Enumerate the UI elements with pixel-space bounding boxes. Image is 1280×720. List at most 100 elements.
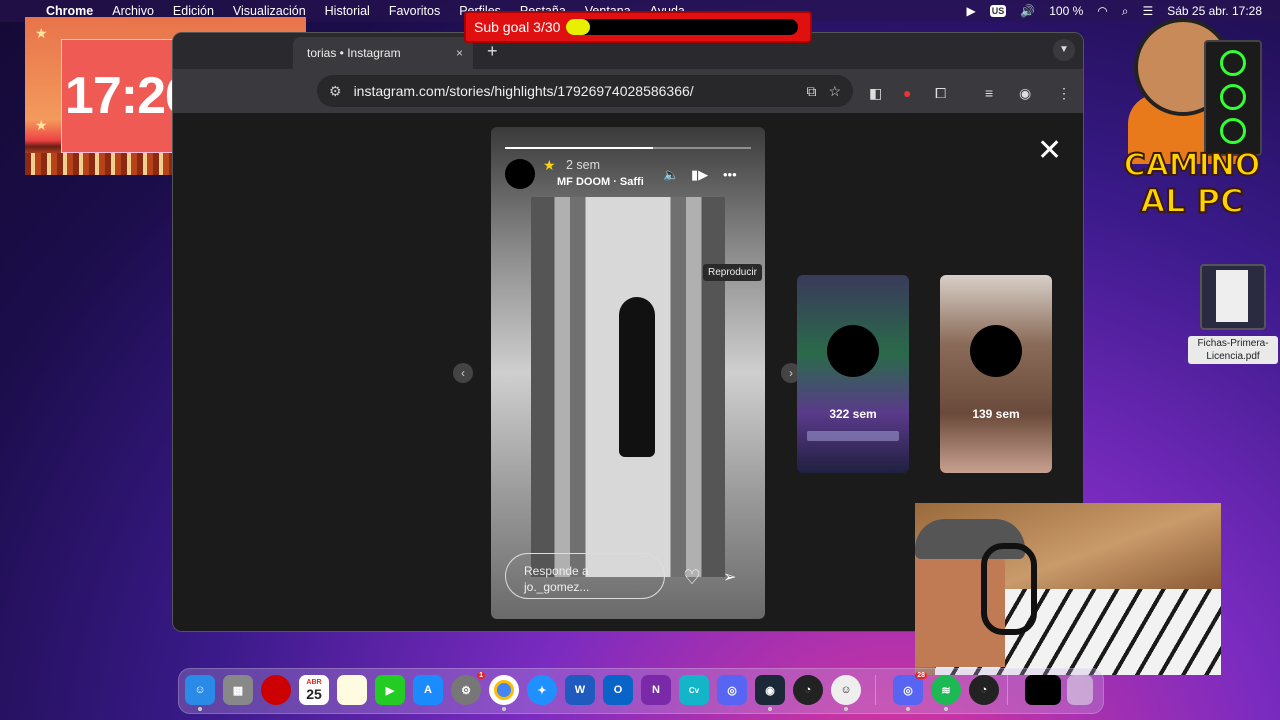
wifi-icon[interactable]: ◠	[1097, 4, 1107, 18]
dock-separator	[875, 675, 876, 705]
running-indicator	[768, 707, 772, 711]
story-thumb[interactable]: 139 sem	[940, 275, 1052, 473]
discord-recent-icon[interactable]: ◎ 28	[893, 672, 927, 705]
battery-status[interactable]: 100 %	[1049, 4, 1083, 18]
star-decoration-icon: ★	[35, 117, 48, 133]
red-app-icon[interactable]	[261, 675, 291, 705]
trash-icon[interactable]	[1067, 675, 1093, 705]
install-app-icon[interactable]: ⧉	[806, 83, 816, 100]
url-text[interactable]: instagram.com/stories/highlights/1792697…	[354, 83, 807, 99]
translate-icon[interactable]: ◧	[869, 85, 882, 102]
volume-icon[interactable]: 🔊	[1020, 4, 1035, 18]
launchpad-icon[interactable]: ▦	[223, 675, 253, 705]
thumb-time: 322 sem	[829, 407, 877, 421]
running-indicator	[198, 707, 202, 711]
running-indicator	[944, 707, 948, 711]
site-info-icon[interactable]: ⚙	[329, 83, 342, 100]
logo-text-line1: CAMINO	[1123, 147, 1262, 184]
pdf-document-icon	[1200, 264, 1266, 330]
dock: ☺ ▦ ABR 25 ▶ A ⚙ 1 ✦ W O N Cv ◎ ◉ ◔ ☺ ◎ …	[178, 668, 1104, 714]
mute-speaker-icon[interactable]: 🔈	[663, 167, 679, 183]
star-decoration-icon: ★	[35, 25, 48, 41]
running-indicator	[502, 707, 506, 711]
dock-separator	[1007, 675, 1008, 705]
desktop-file-name: Fichas-Primera-Licencia.pdf	[1188, 336, 1278, 364]
close-icon[interactable]: ✕	[1037, 133, 1062, 168]
send-icon[interactable]: ➢	[723, 567, 736, 587]
story-thumb[interactable]: 322 sem	[797, 275, 909, 473]
obs-recent-icon[interactable]: ◔	[969, 675, 999, 705]
canva-icon[interactable]: Cv	[679, 675, 709, 705]
profile-avatar[interactable]: ◉	[1019, 85, 1031, 102]
story-song[interactable]: MF DOOM · Saffi	[557, 176, 644, 188]
play-icon[interactable]: ▶	[967, 4, 976, 18]
calendar-day: 25	[306, 685, 322, 702]
menu-edicion[interactable]: Edición	[173, 4, 214, 18]
discord-icon[interactable]: ◎	[717, 675, 747, 705]
calendar-icon[interactable]: ABR 25	[299, 675, 329, 705]
discord-badge: 28	[915, 672, 927, 679]
running-indicator	[906, 707, 910, 711]
input-source-badge[interactable]: US	[989, 5, 1007, 17]
notes-icon[interactable]	[337, 675, 367, 705]
outlook-icon[interactable]: O	[603, 675, 633, 705]
finder-icon[interactable]: ☺	[185, 675, 215, 705]
thumb-avatar	[970, 325, 1022, 377]
browser-toolbar: ⚙ instagram.com/stories/highlights/17926…	[173, 69, 1083, 113]
play-pause-icon[interactable]: ▮▶	[691, 167, 708, 183]
address-bar[interactable]: ⚙ instagram.com/stories/highlights/17926…	[317, 75, 853, 107]
subgoal-track	[566, 19, 799, 35]
subgoal-bar: Sub goal 3/30	[464, 11, 812, 43]
ghost-app-icon[interactable]: ☺	[831, 675, 861, 705]
obs-icon[interactable]: ◔	[793, 675, 823, 705]
chrome-icon[interactable]	[489, 675, 519, 705]
subgoal-label: Sub goal 3/30	[474, 19, 561, 35]
menu-historial[interactable]: Historial	[325, 4, 370, 18]
tab-close-icon[interactable]: ×	[456, 46, 463, 60]
thumb-avatar	[827, 325, 879, 377]
media-control-icon[interactable]: ≡	[985, 85, 993, 101]
menu-archivo[interactable]: Archivo	[112, 4, 154, 18]
tab-search-icon[interactable]: ▼	[1053, 39, 1075, 61]
story-author-avatar[interactable]	[505, 159, 535, 189]
prev-story-chevron-icon[interactable]: ‹	[453, 363, 473, 383]
menu-favoritos[interactable]: Favoritos	[389, 4, 440, 18]
highlight-star-icon: ★	[543, 157, 556, 173]
spotify-icon[interactable]: ≋	[931, 675, 961, 705]
calendar-month: ABR	[306, 678, 322, 686]
system-settings-icon[interactable]: ⚙ 1	[451, 672, 485, 705]
chrome-menu-icon[interactable]: ⋮	[1057, 85, 1071, 102]
logo-pc-tower-icon	[1204, 40, 1262, 156]
story-progress-bar	[505, 147, 751, 149]
facetime-icon[interactable]: ▶	[375, 675, 405, 705]
new-tab-button[interactable]: +	[487, 41, 498, 62]
minimized-window-thumbnail[interactable]	[1025, 675, 1061, 705]
running-indicator	[844, 707, 848, 711]
active-story[interactable]: ★ 2 sem MF DOOM · Saffi 🔈 ▮▶ ••• Respond…	[491, 127, 765, 619]
story-photo-person	[619, 297, 655, 457]
desktop-file[interactable]: Fichas-Primera-Licencia.pdf	[1188, 264, 1278, 364]
like-heart-icon[interactable]: ♡	[683, 565, 701, 590]
logo-text-line2: AL PC	[1139, 181, 1244, 221]
tab-instagram[interactable]: torias • Instagram ×	[293, 37, 473, 69]
webcam-feed	[915, 503, 1221, 675]
thumb-time: 139 sem	[972, 407, 1020, 421]
more-options-icon[interactable]: •••	[723, 167, 737, 182]
tooltip: Reproducir	[703, 264, 762, 281]
app-store-icon[interactable]: A	[413, 675, 443, 705]
extension-red-icon[interactable]: ●	[903, 85, 911, 101]
reply-input[interactable]: Responde a jo._gomez...	[505, 553, 665, 599]
channel-logo: CAMINO AL PC	[1118, 14, 1266, 224]
onenote-icon[interactable]: N	[641, 675, 671, 705]
subgoal-fill	[566, 19, 590, 35]
menu-app-name[interactable]: Chrome	[46, 4, 93, 18]
steam-icon[interactable]: ◉	[755, 675, 785, 705]
safari-icon[interactable]: ✦	[527, 675, 557, 705]
word-icon[interactable]: W	[565, 675, 595, 705]
story-time: 2 sem	[566, 158, 601, 172]
extensions-puzzle-icon[interactable]: ⧠	[935, 85, 946, 102]
bookmark-star-icon[interactable]: ☆	[828, 83, 841, 100]
thumb-caption	[807, 431, 899, 441]
tab-title: torias • Instagram	[307, 46, 401, 60]
menu-visualizacion[interactable]: Visualización	[233, 4, 306, 18]
